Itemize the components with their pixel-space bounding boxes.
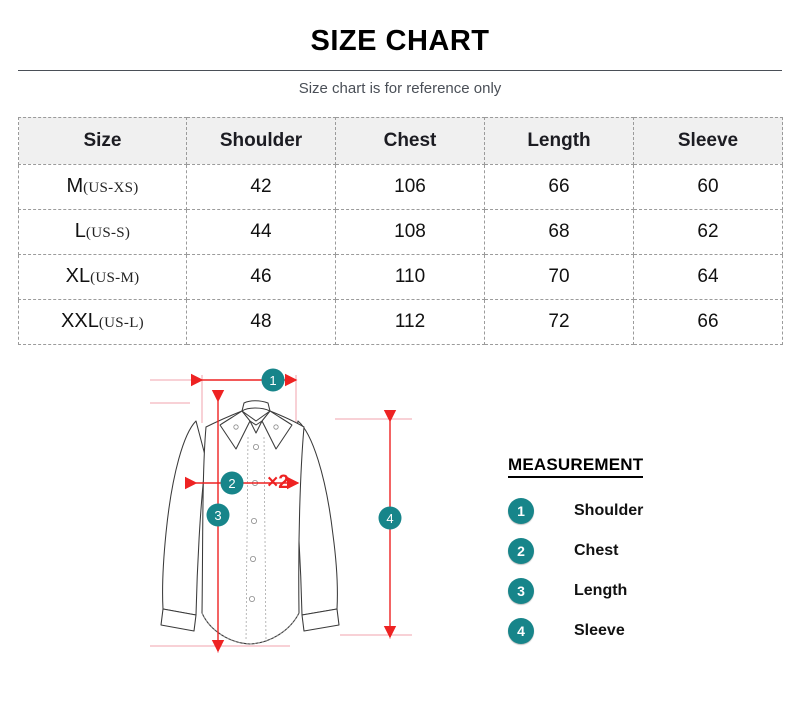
legend-badge-4: 4 <box>508 617 534 644</box>
cell-sleeve: 62 <box>633 208 783 255</box>
legend-badge-1: 1 <box>508 497 534 524</box>
size-name: M <box>66 175 84 198</box>
measurement-legend: MEASUREMENT 1 Shoulder 2 Chest 3 Length … <box>508 455 738 656</box>
shirt-outline <box>160 400 340 645</box>
cell-chest: 108 <box>335 208 485 255</box>
column-header-sleeve: Sleeve <box>633 116 783 165</box>
title-divider <box>18 69 782 71</box>
size-us-equivalent: (US-S) <box>85 225 131 242</box>
diagram-marker-1-label: 1 <box>269 373 276 388</box>
cell-size: XL(US-M) <box>18 253 187 300</box>
cell-shoulder: 48 <box>186 298 336 345</box>
chest-multiplier-label: ×2 <box>267 472 289 493</box>
cell-sleeve: 66 <box>633 298 783 345</box>
size-us-equivalent: (US-L) <box>98 315 144 332</box>
diagram-marker-3-label: 3 <box>214 508 221 523</box>
diagram-marker-1: 1 <box>261 368 285 392</box>
legend-item-length: 3 Length <box>508 576 738 606</box>
cell-chest: 112 <box>335 298 485 345</box>
table-row: M(US-XS) 42 106 66 60 <box>18 163 783 210</box>
cell-shoulder: 46 <box>186 253 336 300</box>
diagram-marker-2: 2 <box>220 471 244 495</box>
header-block: SIZE CHART Size chart is for reference o… <box>0 0 800 97</box>
diagram-marker-3: 3 <box>206 503 230 527</box>
legend-badge-3: 3 <box>508 577 534 604</box>
size-us-equivalent: (US-XS) <box>83 180 139 197</box>
cell-size: M(US-XS) <box>18 163 187 210</box>
column-header-length: Length <box>484 116 634 165</box>
diagram-marker-4-label: 4 <box>386 511 393 526</box>
size-name: XL <box>65 265 91 288</box>
size-name: XXL <box>61 310 99 333</box>
legend-label-shoulder: Shoulder <box>574 501 644 519</box>
cell-length: 72 <box>484 298 634 345</box>
legend-label-length: Length <box>574 581 628 599</box>
table-header-row: Size Shoulder Chest Length Sleeve <box>18 116 783 165</box>
cell-size: XXL(US-L) <box>18 298 187 345</box>
cell-length: 70 <box>484 253 634 300</box>
table-row: XL(US-M) 46 110 70 64 <box>18 253 783 300</box>
legend-label-chest: Chest <box>574 541 619 559</box>
cell-shoulder: 42 <box>186 163 336 210</box>
cell-size: L(US-S) <box>18 208 187 255</box>
size-us-equivalent: (US-M) <box>90 270 140 287</box>
cell-length: 66 <box>484 163 634 210</box>
legend-item-chest: 2 Chest <box>508 536 738 566</box>
cell-sleeve: 64 <box>633 253 783 300</box>
legend-badge-2: 2 <box>508 537 534 564</box>
legend-item-shoulder: 1 Shoulder <box>508 496 738 526</box>
size-table: Size Shoulder Chest Length Sleeve M(US-X… <box>18 116 783 345</box>
page-title: SIZE CHART <box>310 25 490 57</box>
cell-length: 68 <box>484 208 634 255</box>
cell-sleeve: 60 <box>633 163 783 210</box>
table-row: L(US-S) 44 108 68 62 <box>18 208 783 255</box>
cell-shoulder: 44 <box>186 208 336 255</box>
column-header-shoulder: Shoulder <box>186 116 336 165</box>
cell-chest: 110 <box>335 253 485 300</box>
diagram-marker-4: 4 <box>378 506 402 530</box>
legend-item-sleeve: 4 Sleeve <box>508 616 738 646</box>
diagram-marker-2-label: 2 <box>228 476 235 491</box>
column-header-size: Size <box>18 116 187 165</box>
column-header-chest: Chest <box>335 116 485 165</box>
size-table-wrap: Size Shoulder Chest Length Sleeve M(US-X… <box>18 116 783 345</box>
shirt-measurement-diagram: ×2 1 2 3 4 <box>150 363 420 663</box>
page-subtitle: Size chart is for reference only <box>298 79 502 97</box>
cell-chest: 106 <box>335 163 485 210</box>
lower-section: ×2 1 2 3 4 MEASUREMENT 1 Shoulder 2 Ches… <box>0 345 800 695</box>
table-row: XXL(US-L) 48 112 72 66 <box>18 298 783 345</box>
size-name: L <box>74 220 86 243</box>
legend-title: MEASUREMENT <box>508 455 644 478</box>
legend-label-sleeve: Sleeve <box>574 621 625 639</box>
